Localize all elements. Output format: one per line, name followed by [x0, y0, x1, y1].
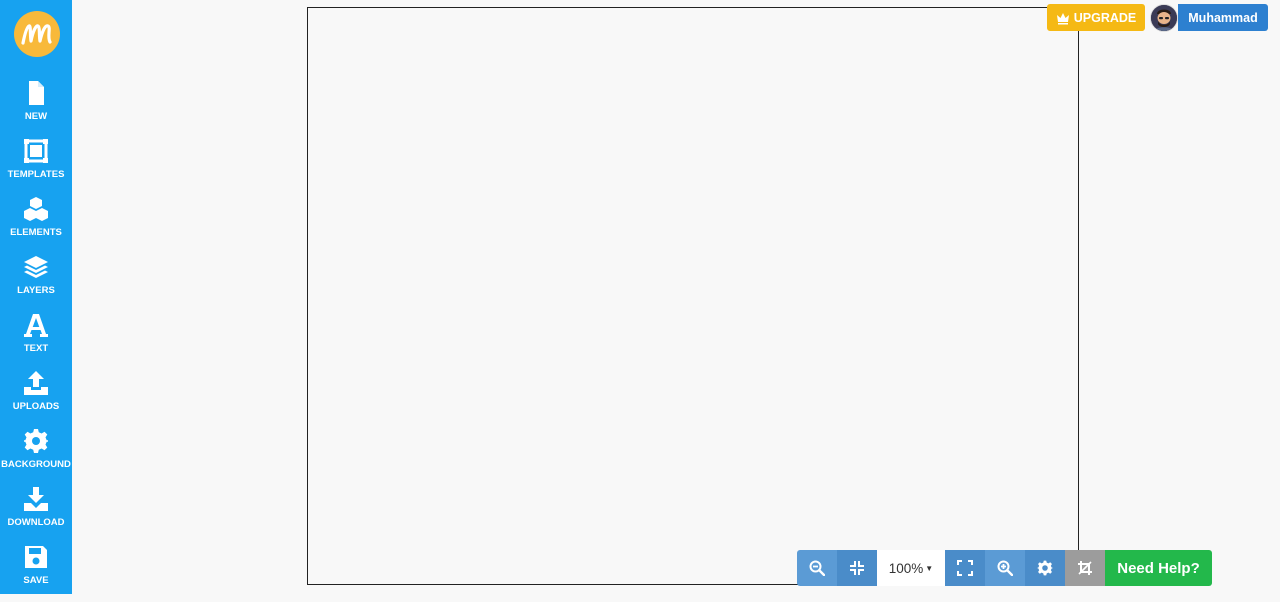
sidebar: NEW TEMPLATES ELEMENTS LAYERS TEXT UPLOA…	[0, 0, 72, 594]
sidebar-item-text[interactable]: TEXT	[0, 312, 72, 370]
sidebar-item-label: UPLOADS	[12, 401, 60, 412]
zoom-in-icon	[997, 560, 1013, 576]
sidebar-item-uploads[interactable]: UPLOADS	[0, 370, 72, 428]
sidebar-item-label: SAVE	[23, 575, 49, 586]
crop-button[interactable]	[1065, 550, 1105, 586]
crop-icon	[1078, 561, 1092, 575]
sidebar-item-layers[interactable]: LAYERS	[0, 254, 72, 312]
download-icon	[24, 487, 48, 511]
fullscreen-button[interactable]	[945, 550, 985, 586]
zoom-toolbar: 100% ▼ Need Help?	[797, 550, 1212, 586]
save-icon	[25, 546, 47, 568]
zoom-out-button[interactable]	[797, 550, 837, 586]
avatar	[1150, 3, 1178, 32]
avatar-icon	[1151, 4, 1177, 31]
cubes-icon	[24, 197, 48, 221]
sidebar-item-label: DOWNLOAD	[7, 517, 65, 528]
crown-icon	[1056, 12, 1069, 24]
sidebar-item-background[interactable]: BACKGROUND	[0, 428, 72, 486]
upgrade-button[interactable]: UPGRADE	[1047, 4, 1145, 31]
text-icon	[24, 314, 48, 337]
sidebar-item-label: ELEMENTS	[10, 227, 62, 238]
app-logo[interactable]	[14, 11, 60, 57]
design-canvas[interactable]	[307, 7, 1079, 585]
gear-icon	[1037, 560, 1053, 576]
sidebar-item-label: NEW	[24, 111, 48, 122]
upgrade-label: UPGRADE	[1073, 10, 1137, 25]
sidebar-item-templates[interactable]: TEMPLATES	[0, 138, 72, 196]
sidebar-item-label: BACKGROUND	[1, 459, 71, 470]
file-icon	[29, 81, 44, 105]
compress-icon	[850, 561, 864, 575]
logo-m-icon	[21, 24, 52, 45]
layers-icon	[24, 256, 48, 278]
upload-icon	[24, 371, 48, 395]
gear-icon	[24, 429, 48, 453]
user-name: Muhammad	[1178, 4, 1268, 31]
zoom-out-icon	[809, 560, 825, 576]
user-menu[interactable]: Muhammad	[1150, 3, 1268, 32]
fit-button[interactable]	[837, 550, 877, 586]
sidebar-item-download[interactable]: DOWNLOAD	[0, 486, 72, 544]
zoom-in-button[interactable]	[985, 550, 1025, 586]
settings-button[interactable]	[1025, 550, 1065, 586]
zoom-level-select[interactable]: 100% ▼	[877, 550, 945, 586]
sidebar-item-new[interactable]: NEW	[0, 80, 72, 138]
sidebar-item-label: TEMPLATES	[7, 169, 65, 180]
template-icon	[24, 139, 48, 163]
sidebar-item-label: LAYERS	[17, 285, 55, 296]
need-help-button[interactable]: Need Help?	[1105, 550, 1212, 586]
sidebar-item-save[interactable]: SAVE	[0, 544, 72, 602]
sidebar-item-elements[interactable]: ELEMENTS	[0, 196, 72, 254]
sidebar-item-label: TEXT	[23, 343, 49, 354]
caret-down-icon: ▼	[925, 563, 934, 573]
zoom-level-value: 100%	[888, 560, 924, 576]
expand-icon	[957, 560, 973, 576]
